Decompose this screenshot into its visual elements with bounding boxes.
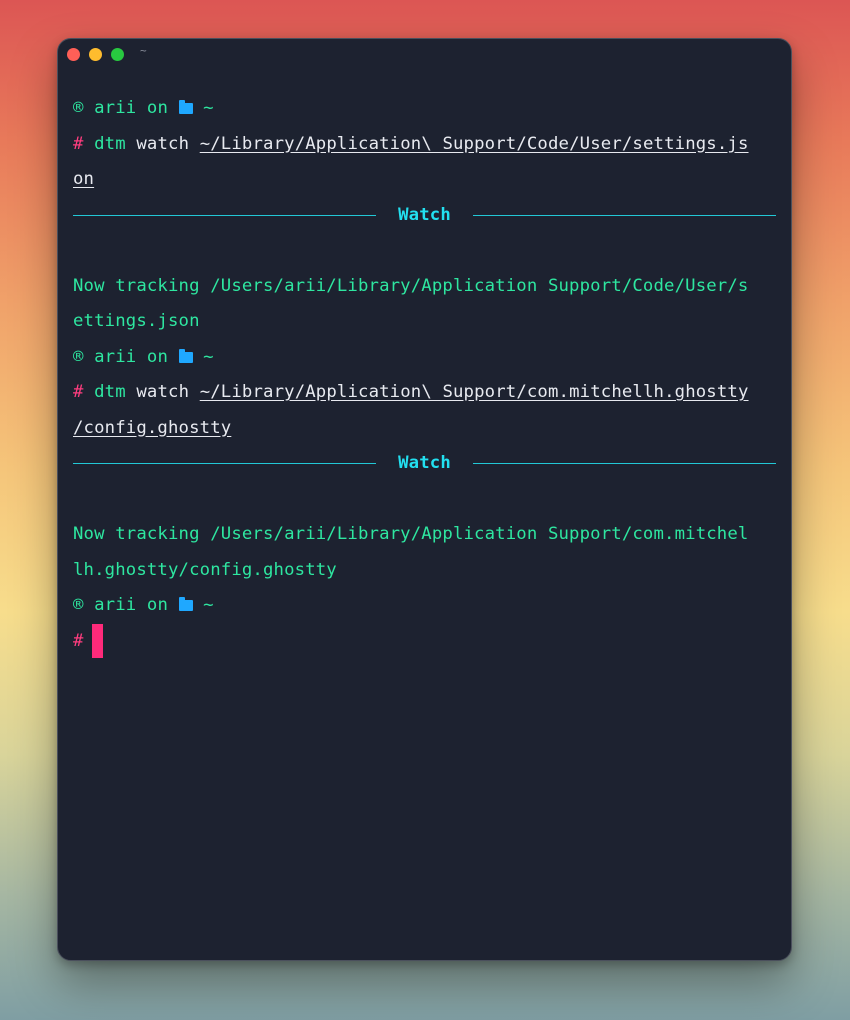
prompt-user: arii — [94, 595, 137, 615]
command-sub: watch — [136, 133, 190, 154]
window-title: ~ — [140, 44, 147, 57]
folder-icon — [178, 348, 193, 363]
user-symbol: ® — [73, 595, 84, 615]
prompt-line: ® arii on ~ — [73, 91, 776, 127]
section-divider: Watch — [73, 198, 776, 234]
prompt-on: on — [146, 346, 169, 367]
terminal-output[interactable]: ® arii on ~ # dtm watch ~/Library/Applic… — [73, 91, 776, 659]
command-line-wrap: /config.ghostty — [73, 411, 776, 447]
folder-icon — [178, 100, 193, 114]
section-divider: Watch — [73, 446, 776, 482]
prompt-on: on — [146, 595, 169, 615]
output-line-wrap: lh.ghostty/config.ghostty — [73, 559, 337, 580]
prompt-user: arii — [94, 346, 137, 367]
maximize-button[interactable] — [111, 48, 124, 61]
command-name: dtm — [94, 133, 126, 154]
minimize-button[interactable] — [89, 48, 102, 61]
command-path-wrap[interactable]: on — [73, 169, 94, 189]
prompt-dir: ~ — [203, 595, 214, 615]
command-sub: watch — [136, 382, 190, 402]
command-path[interactable]: ~/Library/Application\ Support/Code/User… — [200, 134, 749, 154]
divider-right — [472, 463, 776, 465]
prompt-hash: # — [73, 382, 84, 402]
command-path-wrap[interactable]: /config.ghostty — [73, 418, 231, 438]
command-line: # dtm watch ~/Library/Application\ Suppo… — [73, 375, 776, 411]
prompt-dir: ~ — [203, 98, 214, 118]
divider-left — [73, 463, 377, 465]
text-cursor — [91, 623, 103, 658]
command-line: # dtm watch ~/Library/Application\ Suppo… — [73, 127, 776, 163]
output-line-wrap: ettings.json — [73, 311, 200, 331]
output-line: Now tracking /Users/arii/Library/Applica… — [73, 275, 749, 296]
prompt-hash: # — [73, 133, 84, 154]
title-bar: ~ — [58, 39, 791, 71]
folder-icon — [178, 597, 193, 611]
divider-left — [73, 214, 377, 216]
prompt-dir: ~ — [203, 346, 214, 367]
user-symbol: ® — [73, 346, 84, 367]
user-symbol: ® — [73, 98, 84, 118]
command-path[interactable]: ~/Library/Application\ Support/com.mitch… — [200, 382, 749, 402]
prompt-on: on — [146, 98, 169, 118]
prompt-line: ® arii on ~ — [73, 588, 776, 624]
prompt-hash: # — [73, 630, 84, 651]
input-line[interactable]: # — [73, 623, 776, 660]
section-title: Watch — [398, 204, 451, 225]
close-button[interactable] — [67, 48, 80, 61]
command-line-wrap: on — [73, 162, 776, 198]
output-line: Now tracking /Users/arii/Library/Applica… — [73, 524, 749, 544]
prompt-line: ® arii on ~ — [73, 340, 776, 376]
command-name: dtm — [94, 382, 126, 402]
divider-right — [472, 214, 776, 216]
section-title: Watch — [398, 453, 451, 473]
terminal-window: ~ ® arii on ~ # dtm watch ~/Library/Appl… — [57, 38, 792, 961]
prompt-user: arii — [94, 98, 137, 118]
